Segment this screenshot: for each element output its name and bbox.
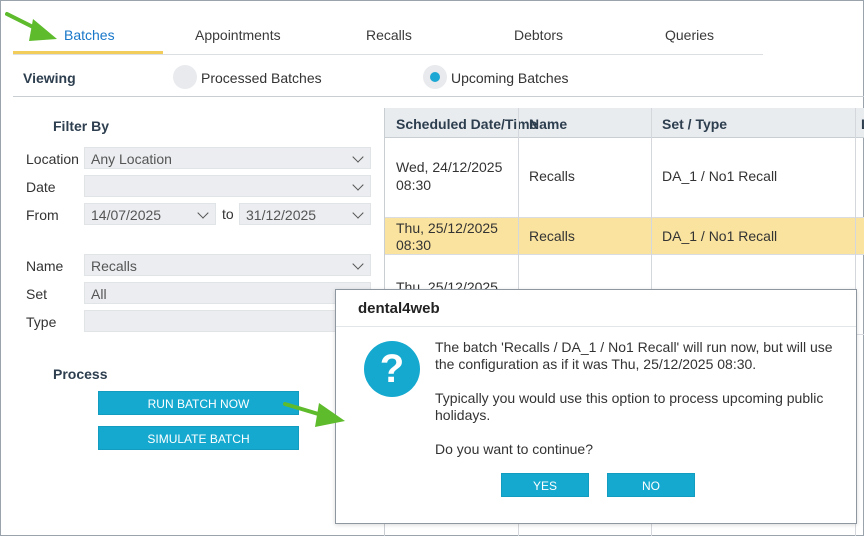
date-label: Date [26, 179, 56, 195]
type-select[interactable] [84, 310, 371, 332]
yes-button[interactable]: YES [501, 473, 589, 497]
location-value: Any Location [91, 151, 172, 167]
chevron-down-icon [352, 179, 364, 191]
row-date: Wed, 24/12/2025 [396, 159, 503, 175]
dialog-message-line2: the configuration as if it was Thu, 25/1… [435, 356, 757, 372]
annotation-arrow-icon [283, 402, 345, 427]
from-date-select[interactable]: 14/07/2025 [84, 203, 216, 225]
location-select[interactable]: Any Location [84, 147, 371, 169]
set-select[interactable]: All [84, 282, 371, 304]
no-button[interactable]: NO [607, 473, 695, 497]
radio-processed-batches[interactable] [173, 65, 197, 89]
chevron-down-icon [352, 207, 364, 219]
tab-queries[interactable]: Queries [665, 27, 714, 43]
to-label: to [222, 206, 234, 222]
tab-recalls[interactable]: Recalls [366, 27, 412, 43]
row-date: Thu, 25/12/2025 [396, 220, 498, 236]
row-time: 08:30 [396, 177, 432, 193]
process-title: Process [53, 366, 108, 382]
name-value: Recalls [91, 258, 137, 274]
row-name: Recalls [529, 228, 575, 244]
set-label: Set [26, 286, 48, 302]
row-time: 08:30 [396, 237, 432, 253]
to-date-select[interactable]: 31/12/2025 [239, 203, 371, 225]
from-label: From [26, 207, 59, 223]
filter-title: Filter By [53, 118, 110, 134]
radio-label-upcoming[interactable]: Upcoming Batches [451, 70, 569, 86]
radio-upcoming-batches[interactable] [423, 65, 447, 89]
dialog-divider [336, 326, 856, 327]
header-set-type[interactable]: Set / Type [662, 116, 727, 132]
from-date-value: 14/07/2025 [91, 207, 162, 223]
to-date-value: 31/12/2025 [246, 207, 317, 223]
dialog-message-line4: holidays. [435, 407, 491, 423]
row-set-type: DA_1 / No1 Recall [662, 168, 778, 184]
dialog-message-line1: The batch 'Recalls / DA_1 / No1 Recall' … [435, 339, 833, 355]
location-label: Location [26, 151, 79, 167]
annotation-arrow-icon [5, 12, 57, 41]
run-batch-now-button[interactable]: RUN BATCH NOW [98, 391, 299, 415]
name-select[interactable]: Recalls [84, 254, 371, 276]
simulate-batch-button[interactable]: SIMULATE BATCH [98, 426, 299, 450]
chevron-down-icon [197, 207, 209, 219]
viewing-bar: Viewing Processed Batches Upcoming Batch… [13, 55, 864, 97]
tab-batches[interactable]: Batches [64, 27, 115, 43]
table-row[interactable]: Wed, 24/12/2025 08:30 Recalls DA_1 / No1… [385, 138, 864, 218]
main-tabs: Batches Appointments Recalls Debtors Que… [13, 15, 763, 55]
dialog-question: Do you want to continue? [435, 441, 593, 457]
date-select[interactable] [84, 175, 371, 197]
row-name: Recalls [529, 168, 575, 184]
header-name[interactable]: Name [529, 116, 567, 132]
set-value: All [91, 286, 107, 302]
header-scheduled[interactable]: Scheduled Date/Time [396, 116, 537, 132]
question-icon: ? [364, 341, 420, 397]
table-row-selected[interactable]: Thu, 25/12/2025 08:30 Recalls DA_1 / No1… [385, 218, 864, 255]
dialog-message-line3: Typically you would use this option to p… [435, 390, 824, 406]
tab-appointments[interactable]: Appointments [195, 27, 281, 43]
name-label: Name [26, 258, 64, 274]
viewing-label: Viewing [23, 70, 76, 86]
table-header: Scheduled Date/Time Name Set / Type L [385, 108, 864, 138]
chevron-down-icon [352, 258, 364, 270]
active-tab-indicator [13, 51, 163, 54]
dialog-title: dental4web [358, 300, 440, 317]
tab-debtors[interactable]: Debtors [514, 27, 563, 43]
type-label: Type [26, 314, 57, 330]
row-set-type: DA_1 / No1 Recall [662, 228, 778, 244]
radio-label-processed[interactable]: Processed Batches [201, 70, 322, 86]
confirm-dialog: dental4web ? The batch 'Recalls / DA_1 /… [335, 289, 857, 524]
chevron-down-icon [352, 151, 364, 163]
